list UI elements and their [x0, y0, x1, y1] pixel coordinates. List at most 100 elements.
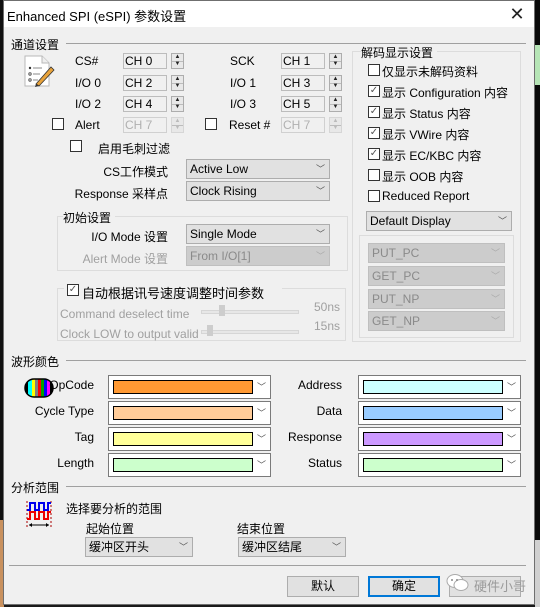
chevron-down-icon: ﹀	[506, 460, 516, 470]
start-position-label: 起始位置	[86, 522, 135, 536]
io2-channel-field[interactable]: CH 4	[123, 96, 167, 112]
response-color-select[interactable]: ﹀	[358, 427, 521, 451]
cycle-type-color-select[interactable]: ﹀	[108, 401, 271, 425]
chevron-down-icon: ﹀	[178, 542, 188, 552]
glitch-filter-checkbox[interactable]	[70, 140, 82, 152]
cs-mode-label: CS工作模式	[103, 165, 168, 179]
io-mode-label: I/O Mode 设置	[91, 230, 168, 244]
get-np-value: GET_NP	[372, 314, 421, 328]
cmd-deselect-slider-track	[201, 310, 299, 314]
cs-channel-spinner[interactable]: ▲ ▼	[171, 53, 184, 69]
alert-mode-select: From I/O[1] ﹀	[186, 246, 330, 266]
clk-low-value: 15ns	[313, 319, 340, 333]
io1-channel-field[interactable]: CH 3	[281, 75, 325, 91]
sck-channel-field[interactable]: CH 1	[281, 53, 325, 69]
background-app-right	[535, 0, 540, 607]
tag-color-select[interactable]: ﹀	[108, 427, 271, 451]
put-pc-select: PUT_PC ﹀	[368, 243, 505, 263]
put-np-value: PUT_NP	[372, 292, 420, 306]
io2-channel-spinner[interactable]: ▲ ▼	[171, 96, 184, 112]
footer-divider	[9, 565, 526, 566]
espi-settings-dialog: Enhanced SPI (eSPI) 参数设置 ✕ 通道设置 CS# CH 0…	[3, 0, 535, 605]
show-ec-kbc-label: 显示 EC/KBC 内容	[382, 149, 482, 163]
ok-button[interactable]: 确定	[368, 576, 440, 597]
io3-channel-field[interactable]: CH 5	[281, 96, 325, 112]
io1-channel-spinner[interactable]: ▲ ▼	[329, 75, 342, 91]
response-color-swatch	[363, 432, 503, 446]
cmd-deselect-label: Command deselect time	[60, 307, 190, 321]
end-position-label: 结束位置	[237, 522, 286, 536]
show-ec-kbc-checkbox[interactable]	[368, 148, 380, 160]
chevron-down-icon: ﹀	[256, 382, 266, 392]
io3-channel-spinner[interactable]: ▲ ▼	[329, 96, 342, 112]
reset-checkbox[interactable]	[205, 118, 217, 130]
alert-checkbox[interactable]	[52, 118, 64, 130]
alert-mode-label: Alert Mode 设置	[82, 252, 168, 266]
opcode-color-select[interactable]: ﹀	[108, 375, 271, 399]
title-bar: Enhanced SPI (eSPI) 参数设置 ✕	[4, 1, 534, 27]
chevron-down-icon: ﹀	[315, 229, 325, 239]
display-mode-select[interactable]: Default Display ﹀	[366, 211, 512, 231]
get-pc-select: GET_PC ﹀	[368, 266, 505, 286]
chevron-down-icon: ﹀	[506, 408, 516, 418]
section-divider	[66, 360, 526, 361]
chevron-down-icon: ﹀	[315, 164, 325, 174]
io-mode-select[interactable]: Single Mode ﹀	[186, 224, 330, 244]
response-sample-select[interactable]: Clock Rising ﹀	[186, 181, 330, 201]
opcode-color-label: OpCode	[49, 378, 94, 392]
address-color-select[interactable]: ﹀	[358, 375, 521, 399]
status-color-select[interactable]: ﹀	[358, 453, 521, 477]
tag-color-swatch	[113, 432, 253, 446]
chevron-down-icon: ﹀	[497, 216, 507, 226]
waveform-colors-title: 波形颜色	[11, 353, 64, 370]
alert-channel-spinner: ▲ ▼	[171, 117, 184, 133]
alert-mode-value: From I/O[1]	[190, 249, 251, 263]
clk-low-label: Clock LOW to output valid	[60, 327, 199, 341]
get-pc-value: GET_PC	[372, 269, 421, 283]
wechat-icon	[446, 574, 469, 591]
show-configuration-checkbox[interactable]	[368, 85, 380, 97]
sck-channel-spinner[interactable]: ▲ ▼	[329, 53, 342, 69]
reset-channel-field: CH 7	[281, 117, 325, 133]
show-status-checkbox[interactable]	[368, 106, 380, 118]
data-color-select[interactable]: ﹀	[358, 401, 521, 425]
io3-label: I/O 3	[230, 97, 257, 111]
response-color-label: Response	[287, 430, 342, 444]
init-settings-title: 初始设置	[63, 209, 116, 226]
length-color-select[interactable]: ﹀	[108, 453, 271, 477]
default-button[interactable]: 默认	[287, 576, 359, 597]
chevron-down-icon: ﹀	[506, 434, 516, 444]
io-mode-value: Single Mode	[190, 227, 257, 241]
chevron-down-icon: ﹀	[490, 316, 500, 326]
io0-channel-spinner[interactable]: ▲ ▼	[171, 75, 184, 91]
address-color-swatch	[363, 380, 503, 394]
alert-label: Alert	[75, 118, 100, 132]
cs-label: CS#	[75, 54, 99, 68]
auto-timing-label: 自动根据讯号速度调整时间参数	[82, 286, 265, 301]
io2-label: I/O 2	[75, 97, 102, 111]
io0-channel-field[interactable]: CH 2	[123, 75, 167, 91]
undecoded-only-checkbox[interactable]	[368, 64, 380, 76]
length-color-swatch	[113, 458, 253, 472]
range-waveform-icon	[26, 501, 52, 529]
reduced-report-checkbox[interactable]	[368, 190, 380, 202]
chevron-down-icon: ﹀	[256, 434, 266, 444]
reduced-report-label: Reduced Report	[382, 189, 470, 203]
display-mode-value: Default Display	[370, 214, 451, 228]
close-icon[interactable]: ✕	[506, 3, 528, 25]
cs-mode-select[interactable]: Active Low ﹀	[186, 159, 330, 179]
glitch-filter-label: 启用毛刺过滤	[98, 142, 171, 156]
cs-channel-field[interactable]: CH 0	[123, 53, 167, 69]
io1-label: I/O 1	[230, 76, 257, 90]
show-vwire-checkbox[interactable]	[368, 127, 380, 139]
io0-label: I/O 0	[75, 76, 102, 90]
chevron-down-icon: ﹀	[506, 382, 516, 392]
start-position-select[interactable]: 缓冲区开头 ﹀	[85, 537, 193, 557]
reset-label: Reset #	[229, 118, 271, 132]
auto-timing-checkbox[interactable]	[67, 284, 79, 296]
watermark-text: 硬件小哥	[474, 579, 527, 594]
end-position-select[interactable]: 缓冲区结尾 ﹀	[238, 537, 346, 557]
show-oob-checkbox[interactable]	[368, 169, 380, 181]
end-position-value: 缓冲区结尾	[242, 540, 303, 554]
undecoded-only-label: 仅显示未解码资料	[382, 65, 479, 79]
